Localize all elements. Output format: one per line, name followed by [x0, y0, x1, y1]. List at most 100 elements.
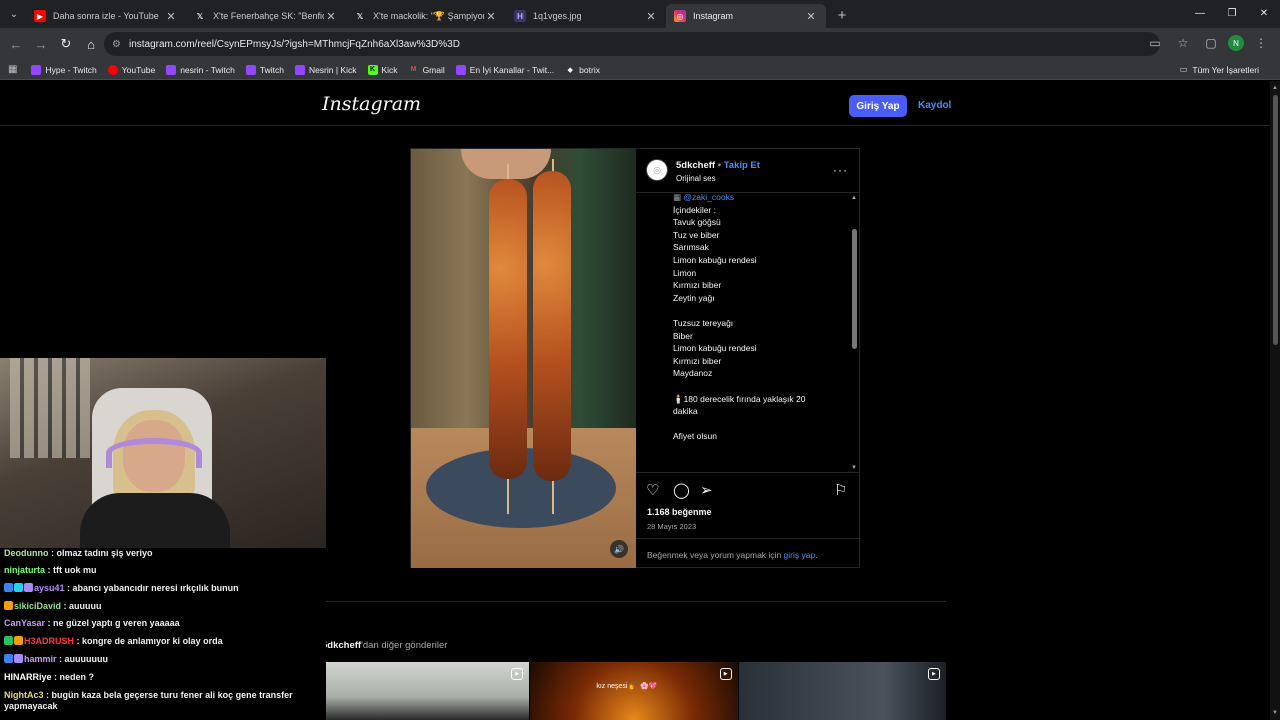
menu-kebab-icon[interactable]: ⋮: [1250, 32, 1272, 54]
hand: [461, 149, 551, 179]
instagram-header: Instagram Giriş Yap Kaydol: [0, 81, 1270, 126]
post-thumbnail[interactable]: ▶: [738, 662, 946, 720]
bookmark-icon[interactable]: ⚐: [834, 482, 847, 500]
all-bookmarks-label: Tüm Yer İşaretleri: [1192, 64, 1259, 75]
chat-username: hammir: [24, 654, 57, 664]
post-actions: ♡ ◯ ➢ ⚐: [646, 482, 850, 502]
close-icon[interactable]: ✕: [324, 10, 338, 23]
chat-username: aysu41: [34, 583, 65, 593]
camera-emoji-icon: ▦: [673, 193, 684, 202]
caption-tag[interactable]: @zaki_cooks: [683, 193, 734, 202]
close-icon[interactable]: ✕: [164, 10, 178, 23]
extensions-icon[interactable]: ▢: [1200, 32, 1222, 54]
close-icon[interactable]: ✕: [644, 10, 658, 23]
bookmark-nesrin-kick[interactable]: Nesrin | Kick: [294, 64, 357, 75]
tab-x-mackolik[interactable]: 𝕏 X'te mackolik: "🏆 Şampiyonlar ✕: [346, 4, 506, 28]
post-thumbnail[interactable]: ▶: [322, 662, 530, 720]
tab-instagram[interactable]: ◎ Instagram ✕: [666, 4, 826, 28]
apps-grid-icon[interactable]: ▦: [8, 64, 17, 75]
like-count[interactable]: 1.168 beğenme: [647, 507, 712, 517]
comment-icon[interactable]: ◯: [673, 482, 690, 500]
tab-image[interactable]: H 1q1vges.jpg ✕: [506, 4, 666, 28]
caption-line: dakika: [673, 406, 698, 417]
star-icon[interactable]: ☆: [1172, 32, 1194, 54]
instagram-logo[interactable]: Instagram: [322, 93, 421, 115]
profile-avatar[interactable]: N: [1228, 35, 1244, 51]
bookmark-youtube[interactable]: YouTube: [107, 64, 156, 75]
close-icon[interactable]: ✕: [484, 10, 498, 23]
chat-username: sikiciDavid: [14, 601, 62, 611]
login-button[interactable]: Giriş Yap: [849, 95, 907, 117]
bookmark-kick[interactable]: K Kick: [367, 64, 398, 75]
reload-icon[interactable]: ↻: [54, 32, 78, 56]
user-avatar[interactable]: ◎: [646, 159, 668, 181]
more-posts-suffix: 'dan diğer gönderiler: [361, 640, 448, 651]
audio-label[interactable]: Orijinal ses: [676, 174, 716, 183]
bookmark-hype-twitch[interactable]: Hype - Twitch: [31, 64, 97, 75]
folder-icon: ▭: [1179, 64, 1188, 74]
tab-youtube[interactable]: ▶ Daha sonra izle - YouTube ✕: [26, 4, 186, 28]
address-bar[interactable]: ⚙ instagram.com/reel/CsynEPmsyJs/?igsh=M…: [104, 32, 1160, 56]
post-caption[interactable]: ▦ @zaki_cooks İçindekiler : Tavuk göğsü Tu…: [636, 193, 860, 473]
forward-arrow-icon[interactable]: →: [29, 32, 53, 56]
scroll-up-icon[interactable]: ▲: [851, 195, 857, 201]
all-bookmarks[interactable]: ▭ Tüm Yer İşaretleri: [1179, 64, 1259, 75]
scroll-up-icon[interactable]: ▲: [1272, 85, 1278, 91]
back-arrow-icon[interactable]: ←: [4, 32, 28, 56]
post-side-panel: ◎ 5dkcheff • Takip Et Orijinal ses ··· ▦…: [636, 149, 860, 568]
bookmark-botrix[interactable]: ◆ botrix: [565, 65, 600, 75]
caption-line: Afiyet olsun: [673, 431, 717, 442]
bookmark-en-iyi-kanallar[interactable]: En İyi Kanallar - Twit...: [455, 64, 554, 75]
tab-x-fenerbahce[interactable]: 𝕏 X'te Fenerbahçe SK: "Benfica m ✕: [186, 4, 346, 28]
scrollbar-thumb[interactable]: [1273, 95, 1278, 345]
volume-icon[interactable]: 🔊: [610, 540, 628, 558]
bookmark-twitch[interactable]: Twitch: [245, 64, 284, 75]
kebab-skewer-left: [489, 179, 527, 479]
maximize-icon[interactable]: ❐: [1216, 0, 1248, 28]
more-posts-user[interactable]: 5dkcheff: [322, 640, 361, 651]
chat-username: NightAc3: [4, 690, 44, 700]
bookmarks-bar: ▦ Hype - Twitch YouTube nesrin - Twitch …: [0, 60, 1280, 80]
minimize-icon[interactable]: —: [1184, 0, 1216, 28]
bookmark-label: YouTube: [121, 64, 156, 75]
instagram-icon: ◎: [674, 10, 686, 22]
close-window-icon[interactable]: ✕: [1248, 0, 1280, 28]
new-tab-plus-icon[interactable]: +: [830, 7, 854, 24]
chat-text: : auuuuu: [63, 601, 102, 611]
headset: [106, 438, 202, 468]
scrollbar-thumb[interactable]: [852, 229, 857, 349]
cast-icon[interactable]: ▭: [1144, 32, 1166, 54]
bookmark-nesrin-twitch[interactable]: nesrin - Twitch: [166, 64, 235, 75]
caption-scrollbar[interactable]: ▲ ▼: [851, 195, 859, 471]
reel-video[interactable]: 🔊: [411, 149, 636, 568]
x-icon: 𝕏: [356, 11, 364, 21]
close-icon[interactable]: ✕: [804, 10, 818, 23]
follow-button[interactable]: Takip Et: [724, 160, 760, 171]
section-divider: [322, 601, 946, 602]
reel-icon: ▶: [719, 668, 732, 680]
caption-line: Limon kabuğu rendesi: [673, 343, 757, 354]
page-scrollbar[interactable]: ▲ ▼: [1270, 81, 1280, 720]
post-username[interactable]: 5dkcheff: [676, 160, 715, 171]
chat-username: HINARRiye: [4, 672, 52, 682]
caption-line: İçindekiler :: [673, 204, 716, 215]
signup-link[interactable]: Kaydol: [918, 100, 951, 111]
post-thumbnail[interactable]: kız neşesi 💅 🌸💖 ▶: [530, 662, 738, 720]
site-info-icon[interactable]: ⚙: [112, 39, 121, 50]
home-icon[interactable]: ⌂: [79, 32, 103, 56]
caption-line: Zeytin yağı: [673, 292, 715, 303]
scroll-down-icon[interactable]: ▼: [851, 465, 857, 471]
url-text: instagram.com/reel/CsynEPmsyJs/?igsh=MTh…: [128, 38, 460, 50]
more-options-icon[interactable]: ···: [833, 163, 848, 177]
bookmark-gmail[interactable]: M Gmail: [409, 65, 445, 75]
tab-search-icon[interactable]: ⌄: [2, 2, 26, 26]
kick-icon: K: [367, 64, 378, 75]
caption-line: Limon kabuğu rendesi: [673, 254, 757, 265]
scroll-down-icon[interactable]: ▼: [1272, 710, 1278, 716]
heart-icon[interactable]: ♡: [646, 482, 659, 500]
share-icon[interactable]: ➢: [700, 482, 713, 500]
tab-title: X'te mackolik: "🏆 Şampiyonlar: [373, 10, 484, 21]
login-prompt-link[interactable]: giriş yap: [784, 550, 816, 560]
login-prompt-text: Beğenmek veya yorum yapmak için: [647, 550, 784, 560]
